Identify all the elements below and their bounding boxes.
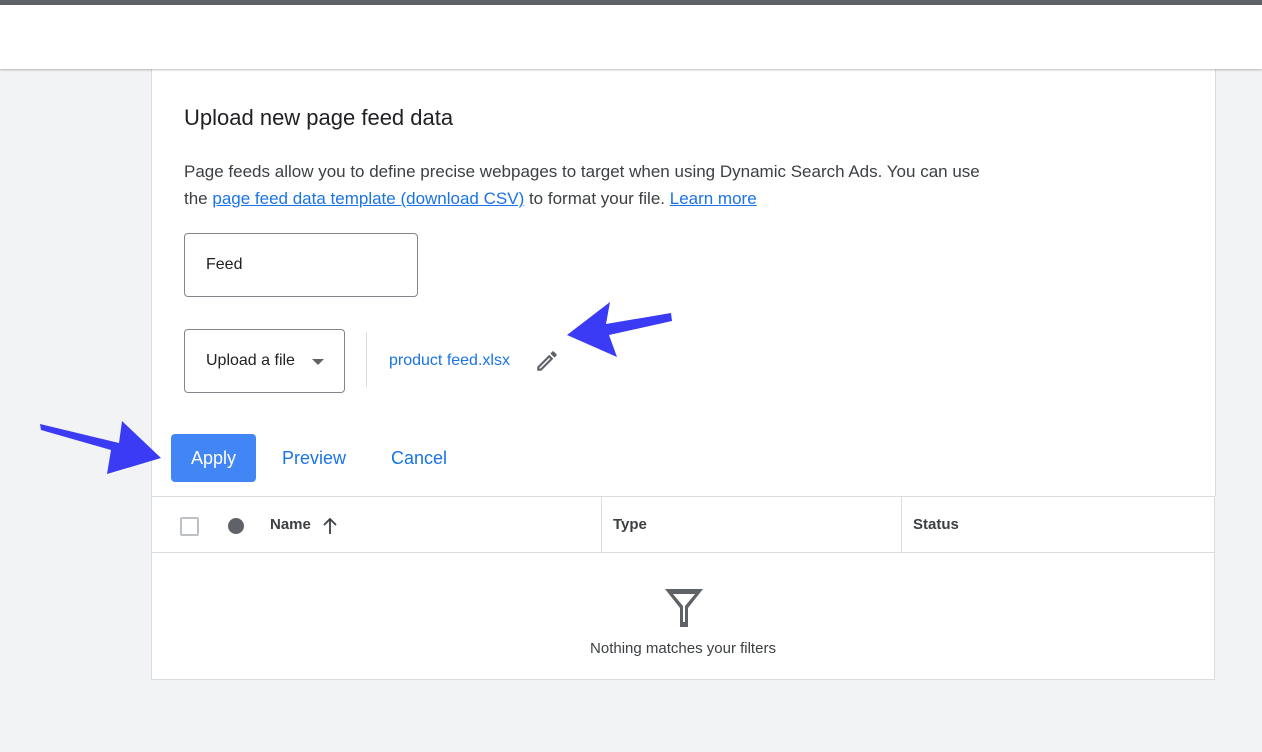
- upload-method-value: Upload a file: [206, 352, 295, 369]
- annotation-arrow-icon: [40, 421, 161, 474]
- filter-icon: [665, 589, 703, 627]
- preview-button[interactable]: Preview: [274, 434, 354, 482]
- learn-more-link[interactable]: Learn more: [670, 189, 757, 208]
- column-separator: [601, 497, 602, 553]
- feed-select[interactable]: Feed: [184, 233, 418, 297]
- template-download-link[interactable]: page feed data template (download CSV): [212, 189, 524, 208]
- feed-select-value: Feed: [206, 256, 243, 273]
- cancel-button[interactable]: Cancel: [383, 434, 455, 482]
- description: Page feeds allow you to define precise w…: [184, 158, 1004, 212]
- pencil-icon[interactable]: [534, 348, 560, 374]
- page-title: Upload new page feed data: [184, 105, 454, 130]
- table-header: Name Type Status: [152, 497, 1214, 553]
- arrow-up-icon[interactable]: [322, 517, 338, 535]
- divider: [366, 332, 367, 387]
- select-all-checkbox[interactable]: [180, 517, 199, 536]
- description-text-2: to format your file.: [524, 189, 670, 208]
- column-header-name[interactable]: Name: [270, 516, 311, 534]
- file-name-link[interactable]: product feed.xlsx: [389, 350, 510, 372]
- caret-down-icon: [312, 359, 324, 365]
- page-feed-table: Name Type Status Nothing matches your fi…: [151, 496, 1215, 680]
- column-header-status[interactable]: Status: [913, 516, 959, 534]
- status-dot-icon: [228, 518, 244, 534]
- column-header-type[interactable]: Type: [613, 516, 647, 534]
- column-separator: [901, 497, 902, 553]
- empty-state-message: Nothing matches your filters: [590, 640, 776, 657]
- apply-button[interactable]: Apply: [171, 434, 256, 482]
- app-header: [0, 5, 1262, 69]
- upload-method-select[interactable]: Upload a file: [184, 329, 345, 393]
